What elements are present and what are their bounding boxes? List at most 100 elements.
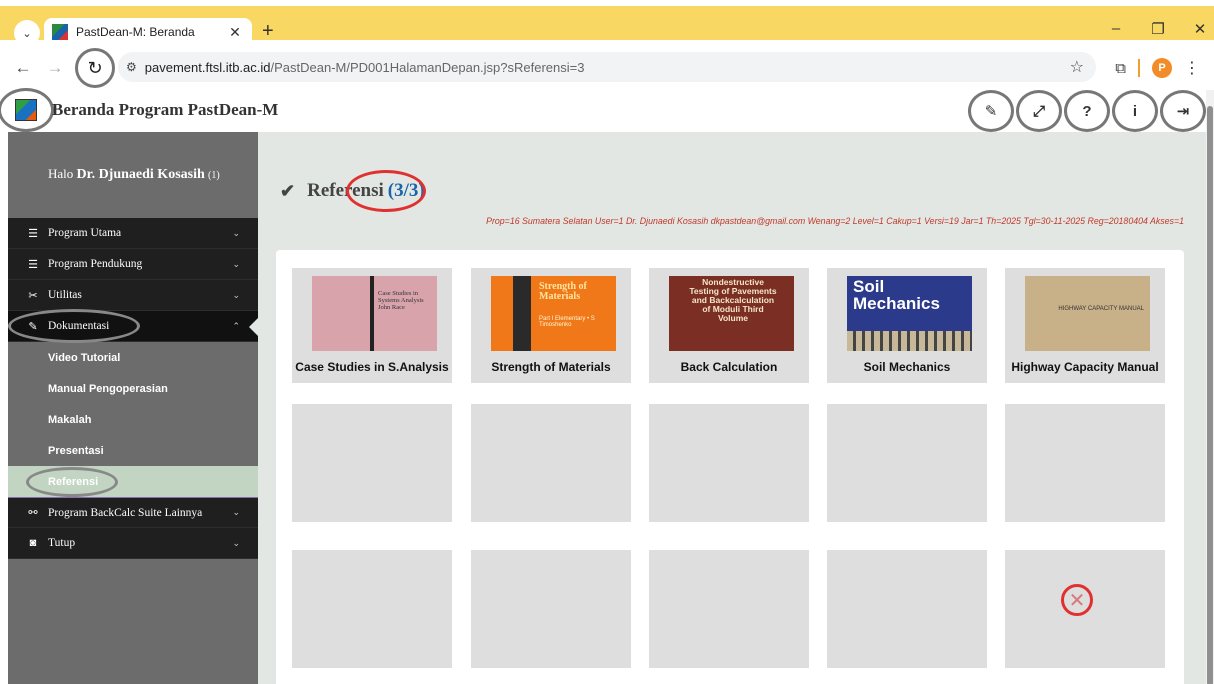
empty-slot (292, 550, 452, 668)
profile-avatar[interactable]: P (1152, 58, 1172, 78)
sidebar-item-label: Program Pendukung (48, 258, 143, 270)
tab-close-button[interactable]: ✕ (226, 24, 244, 41)
back-button[interactable]: ← (9, 54, 37, 82)
book-card[interactable]: Strength of Materials Part I Elementary … (471, 268, 631, 383)
sidebar-subitem-video-tutorial[interactable]: Video Tutorial (8, 342, 258, 373)
sidebar-item-program-utama[interactable]: ☰ Program Utama ⌄ (8, 218, 258, 249)
window-close-button[interactable]: ✕ (1192, 20, 1208, 38)
page-title: ✔ Referensi (3/3) (280, 170, 426, 212)
app-logo-icon (15, 99, 37, 121)
cover-text: Soil Mechanics (853, 277, 940, 313)
tab-search-button[interactable]: ⌄ (14, 20, 40, 46)
favicon-icon (52, 24, 68, 40)
empty-slot (292, 404, 452, 522)
chevron-down-icon: ⌄ (232, 227, 240, 238)
sidebar-item-utilitas[interactable]: ✂ Utilitas ⌄ (8, 280, 258, 311)
user-greeting: Halo Dr. Djunaedi Kosasih (1) (8, 132, 258, 218)
book-title: Strength of Materials (491, 360, 611, 374)
empty-slot (471, 404, 631, 522)
sidebar-subitem-referensi[interactable]: Referensi (8, 466, 258, 497)
info-button[interactable]: i (1112, 90, 1158, 132)
book-card[interactable]: HIGHWAY CAPACITY MANUAL Highway Capacity… (1005, 268, 1165, 383)
book-card[interactable]: Case Studies in Systems Analysis John Ra… (292, 268, 452, 383)
sidebar-item-dokumentasi[interactable]: ✎ Dokumentasi ⌃ (8, 309, 258, 343)
sidebar-item-tutup[interactable]: ◙ Tutup ⌄ (8, 528, 258, 559)
cover-subtext: Part I Elementary • S Timoshenko (539, 316, 595, 328)
cover-spine (370, 276, 374, 351)
annotation-ring (8, 309, 140, 343)
toolbar-right: ⧉ P ⋮ (1115, 58, 1200, 78)
book-card[interactable]: Soil Mechanics Soil Mechanics (827, 268, 987, 383)
greeting-text: Halo (48, 166, 74, 181)
url-text: pavement.ftsl.itb.ac.id/PastDean-M/PD001… (145, 60, 585, 75)
close-icon[interactable]: ✕ (1061, 584, 1093, 616)
book-card[interactable]: Nondestructive Testing of Pavements and … (649, 268, 809, 383)
chevron-up-icon: ⌃ (232, 320, 240, 331)
window-controls: – ❐ ✕ (1108, 20, 1208, 38)
sidebar-item-program-pendukung[interactable]: ☰ Program Pendukung ⌄ (8, 249, 258, 280)
list-icon: ☰ (28, 258, 38, 271)
reload-button[interactable]: ↻ (75, 48, 115, 88)
book-title: Soil Mechanics (863, 360, 951, 374)
book-title: Back Calculation (680, 360, 778, 374)
empty-slot (827, 550, 987, 668)
page-scrollbar[interactable] (1206, 90, 1214, 684)
restore-button[interactable]: ❐ (1150, 20, 1166, 38)
empty-slot (649, 550, 809, 668)
sidebar-subitem-manual[interactable]: Manual Pengoperasian (8, 373, 258, 404)
reference-count: (3/3) (345, 170, 426, 212)
bookmark-star-icon[interactable]: ☆ (1070, 57, 1084, 77)
browser-tab[interactable]: PastDean-M: Beranda ✕ (44, 18, 252, 46)
sidebar-item-backcalc-suite[interactable]: ⚯ Program BackCalc Suite Lainnya ⌄ (8, 497, 258, 528)
reference-panel: Case Studies in Systems Analysis John Ra… (276, 250, 1184, 684)
cover-text: Case Studies in Systems Analysis John Ra… (378, 290, 424, 311)
new-tab-button[interactable]: + (262, 20, 274, 42)
book-cover-image: Soil Mechanics (847, 276, 972, 351)
browser-toolbar: ← → ↻ ⚙ pavement.ftsl.itb.ac.id/PastDean… (0, 46, 1214, 90)
info-icon: i (1132, 102, 1138, 120)
sidebar-item-label: Program BackCalc Suite Lainnya (48, 506, 203, 519)
user-name: Dr. Djunaedi Kosasih (76, 167, 205, 182)
cover-bottom (847, 331, 972, 351)
sidebar-item-label: Program Utama (48, 227, 122, 239)
check-icon: ✔ (280, 180, 296, 201)
sidebar-subitem-makalah[interactable]: Makalah (8, 404, 258, 435)
expand-icon: ⤢ (1032, 102, 1045, 120)
app-title: Beranda Program PastDean-M (52, 100, 279, 119)
fullscreen-button[interactable]: ⤢ (1016, 90, 1062, 132)
app-logo-button[interactable] (0, 88, 54, 132)
scrollbar-thumb[interactable] (1207, 106, 1213, 684)
logout-button[interactable]: ⇥ (1160, 90, 1206, 132)
sidebar-subitem-presentasi[interactable]: Presentasi (8, 435, 258, 466)
chevron-down-icon: ⌄ (232, 289, 240, 300)
help-button[interactable]: ? (1064, 90, 1110, 132)
book-cover-image: Case Studies in Systems Analysis John Ra… (312, 276, 437, 351)
site-info-icon[interactable]: ⚙ (126, 60, 137, 74)
url-host: pavement.ftsl.itb.ac.id (144, 59, 271, 75)
session-meta: Prop=16 Sumatera Selatan User=1 Dr. Djun… (486, 216, 1184, 226)
question-icon: ? (1082, 102, 1092, 120)
logout-icon: ⇥ (1176, 103, 1190, 120)
tools-icon: ✂ (28, 289, 38, 302)
annotation-ring (345, 170, 426, 212)
annotation-ring (26, 467, 118, 497)
book-cover-image: Nondestructive Testing of Pavements and … (669, 276, 794, 351)
extensions-icon[interactable]: ⧉ (1115, 60, 1126, 77)
address-bar[interactable]: ⚙ pavement.ftsl.itb.ac.id/PastDean-M/PD0… (118, 52, 1096, 82)
power-icon: ◙ (29, 537, 37, 549)
app-header: Beranda Program PastDean-M ✎ ⤢ ? i ⇥ (0, 88, 1206, 132)
chevron-down-icon: ⌄ (232, 507, 240, 517)
cover-text: Nondestructive Testing of Pavements and … (689, 277, 777, 323)
forward-button[interactable]: → (41, 54, 69, 82)
more-menu-icon[interactable]: ⋮ (1184, 58, 1200, 78)
book-cover-image: Strength of Materials Part I Elementary … (491, 276, 616, 351)
sidebar-item-label: Utilitas (48, 289, 82, 301)
link-icon: ⚯ (28, 507, 38, 519)
minimize-button[interactable]: – (1108, 20, 1124, 38)
chevron-down-icon: ⌄ (232, 258, 240, 269)
tab-title: PastDean-M: Beranda (76, 25, 195, 39)
header-actions: ✎ ⤢ ? i ⇥ (966, 90, 1206, 132)
empty-slot: ✕ (1005, 550, 1165, 668)
edit-button[interactable]: ✎ (968, 90, 1014, 132)
empty-slot (471, 550, 631, 668)
